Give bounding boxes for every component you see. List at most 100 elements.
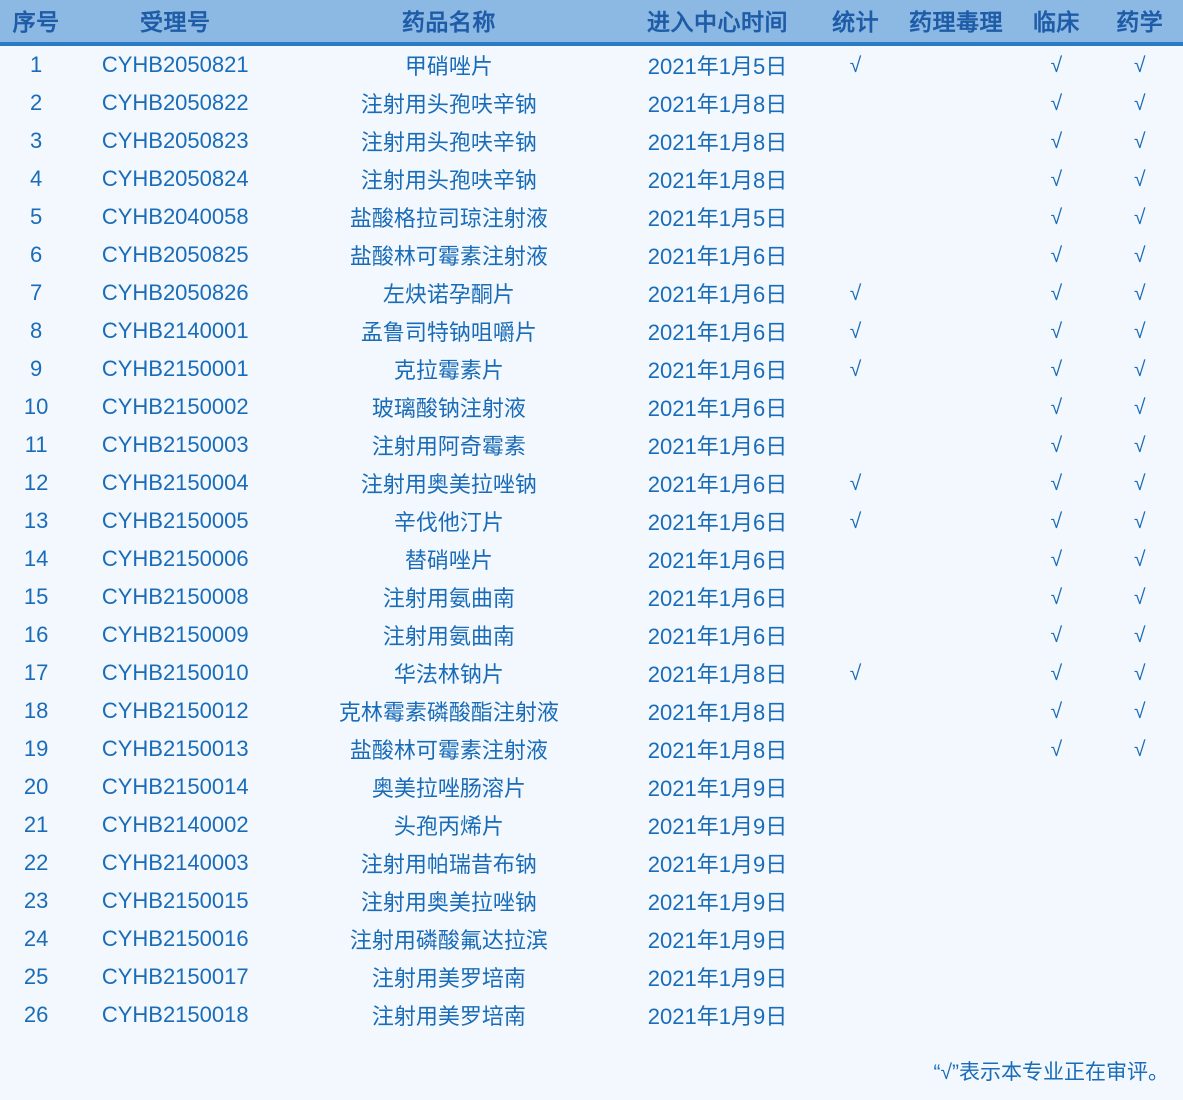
cell-pharmacology-toxicology [896,806,1017,844]
cell-entry-date: 2021年1月5日 [647,54,788,79]
cell-index: 3 [30,128,43,153]
cell-acceptance: CYHB2150002 [101,394,249,419]
check-mark-icon: √ [1134,358,1146,381]
cell-statistics [815,616,895,654]
cell-pharmacy: √ [1097,426,1183,464]
cell-statistics [815,236,895,274]
cell-clinical: √ [1016,84,1096,122]
cell-index: 7 [30,280,43,305]
check-mark-icon: √ [1050,92,1063,115]
cell-statistics [815,730,895,768]
cell-entry-date: 2021年1月8日 [647,738,788,763]
cell-pharmacology-toxicology [896,350,1017,388]
cell-pharmacy: √ [1097,160,1183,198]
cell-drug-name: 注射用磷酸氟达拉滨 [349,928,548,953]
cell-pharmacology-toxicology [896,578,1017,616]
cell-acceptance: CYHB2150016 [101,926,249,951]
cell-pharmacology-toxicology [896,540,1017,578]
cell-drug-name: 华法林钠片 [393,662,504,687]
table-row: 26 CYHB2150018 注射用美罗培南 2021年1月9日 [0,996,1183,1034]
cell-clinical: √ [1016,578,1096,616]
cell-acceptance: CYHB2150017 [101,964,249,989]
cell-drug-name: 左炔诺孕酮片 [382,282,515,307]
table-header-row: 序号 受理号 药品名称 进入中心时间 统计 药理毒理 临床 药学 [0,0,1183,42]
check-mark-icon: √ [1134,662,1146,685]
cell-drug-name: 注射用帕瑞昔布钠 [360,852,537,877]
cell-clinical: √ [1016,540,1096,578]
check-mark-icon: √ [1134,130,1146,153]
cell-index: 19 [23,736,49,761]
table-row: 1 CYHB2050821 甲硝唑片 2021年1月5日 √ √ √ [0,46,1183,84]
cell-drug-name: 注射用美罗培南 [371,966,526,991]
cell-clinical [1016,844,1096,882]
cell-index: 24 [23,926,49,951]
check-mark-icon: √ [1050,738,1063,761]
cell-entry-date: 2021年1月9日 [647,776,788,801]
cell-pharmacology-toxicology [896,236,1017,274]
cell-clinical [1016,806,1096,844]
check-mark-icon: √ [1134,92,1146,115]
cell-statistics [815,578,895,616]
cell-acceptance: CYHB2050821 [101,52,249,77]
cell-index: 17 [23,660,49,685]
cell-statistics: √ [815,312,895,350]
table-row: 20 CYHB2150014 奥美拉唑肠溶片 2021年1月9日 [0,768,1183,806]
cell-acceptance: CYHB2040058 [101,204,249,229]
check-mark-icon: √ [1134,548,1146,571]
cell-pharmacy: √ [1097,540,1183,578]
cell-index: 12 [23,470,49,495]
cell-clinical: √ [1016,616,1096,654]
cell-acceptance: CYHB2150004 [101,470,249,495]
cell-index: 8 [30,318,43,343]
table-row: 17 CYHB2150010 华法林钠片 2021年1月8日 √ √ √ [0,654,1183,692]
cell-pharmacology-toxicology [896,920,1017,958]
cell-pharmacy [1097,844,1183,882]
cell-drug-name: 注射用奥美拉唑钠 [360,472,537,497]
table-row: 21 CYHB2140002 头孢丙烯片 2021年1月9日 [0,806,1183,844]
check-mark-icon: √ [1134,434,1146,457]
check-mark-icon: √ [1050,320,1063,343]
check-mark-icon: √ [849,282,862,305]
review-status-table: 序号 受理号 药品名称 进入中心时间 统计 药理毒理 临床 药学 1 CYHB20… [0,0,1183,1034]
cell-entry-date: 2021年1月6日 [647,510,788,535]
cell-drug-name: 注射用头孢呋辛钠 [360,130,537,155]
cell-statistics: √ [815,350,895,388]
cell-index: 10 [23,394,49,419]
cell-index: 22 [23,850,49,875]
cell-statistics: √ [815,654,895,692]
cell-pharmacology-toxicology [896,730,1017,768]
cell-pharmacy [1097,806,1183,844]
cell-drug-name: 盐酸林可霉素注射液 [349,738,548,763]
table-row: 22 CYHB2140003 注射用帕瑞昔布钠 2021年1月9日 [0,844,1183,882]
cell-index: 2 [30,90,43,115]
cell-drug-name: 注射用头孢呋辛钠 [360,92,537,117]
cell-clinical: √ [1016,160,1096,198]
cell-pharmacology-toxicology [896,996,1017,1034]
cell-pharmacology-toxicology [896,160,1017,198]
cell-index: 1 [30,52,43,77]
check-mark-icon: √ [1050,206,1063,229]
cell-entry-date: 2021年1月6日 [647,396,788,421]
cell-pharmacy: √ [1097,578,1183,616]
check-mark-icon: √ [1050,54,1063,77]
cell-acceptance: CYHB2150014 [101,774,249,799]
cell-drug-name: 孟鲁司特钠咀嚼片 [360,320,537,345]
cell-pharmacology-toxicology [896,426,1017,464]
cell-index: 25 [23,964,49,989]
cell-acceptance: CYHB2150009 [101,622,249,647]
cell-index: 23 [23,888,49,913]
check-mark-icon: √ [1050,472,1063,495]
cell-pharmacology-toxicology [896,502,1017,540]
check-mark-icon: √ [849,54,862,77]
cell-entry-date: 2021年1月6日 [647,434,788,459]
cell-drug-name: 注射用奥美拉唑钠 [360,890,537,915]
cell-acceptance: CYHB2050824 [101,166,249,191]
cell-index: 20 [23,774,49,799]
cell-clinical [1016,768,1096,806]
cell-clinical: √ [1016,274,1096,312]
table-row: 4 CYHB2050824 注射用头孢呋辛钠 2021年1月8日 √ √ [0,160,1183,198]
cell-statistics [815,160,895,198]
cell-index: 14 [23,546,49,571]
cell-clinical: √ [1016,350,1096,388]
cell-acceptance: CYHB2140001 [101,318,249,343]
